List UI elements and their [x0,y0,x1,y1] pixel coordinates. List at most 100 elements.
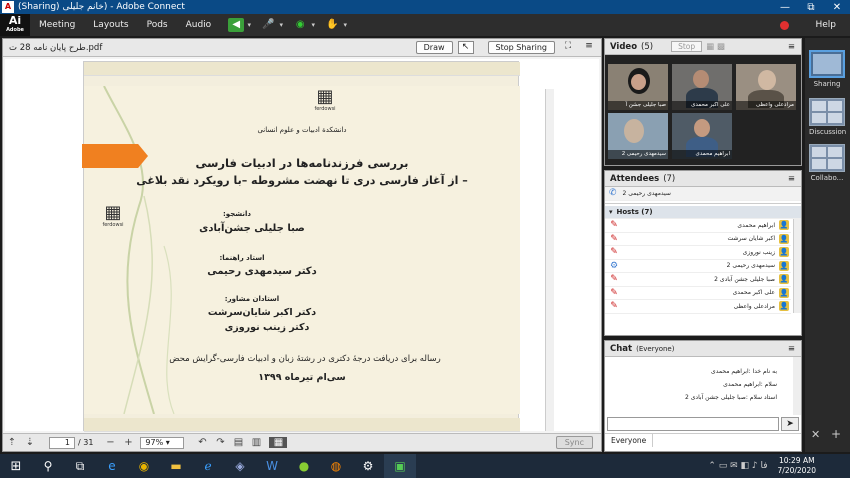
fit-page-icon[interactable]: ▥ [247,437,265,448]
pod-menu-icon[interactable]: ≡ [581,41,597,54]
video-layout-icon[interactable]: ▦ ▩ [706,42,725,52]
presenter-icon: ⚙ [609,260,619,271]
zoom-select[interactable]: 97% ▾ [140,436,185,449]
video-tile[interactable]: ابراهیم محمدی [672,113,732,159]
file-explorer-icon[interactable]: ▬ [160,454,192,478]
search-icon[interactable]: ⚲ [32,454,64,478]
edit-icon: ✎ [610,233,618,244]
host-icon: 👤 [779,247,789,258]
zoom-in-icon[interactable]: + [119,437,137,448]
host-icon: 👤 [779,287,789,298]
close-button[interactable]: ✕ [824,2,850,13]
single-page-icon[interactable]: ▤ [229,437,247,448]
consultant-2: دکتر زینب نوروزی [224,322,310,333]
page-down-icon[interactable]: ⇣ [21,437,39,448]
university-emblem-icon: ▦ ferdowsi [314,86,336,113]
document-scrollbar[interactable] [545,89,554,431]
chat-input[interactable] [607,417,779,431]
menu-audio[interactable]: Audio [177,20,221,30]
menu-layouts[interactable]: Layouts [84,20,137,30]
attendee-row[interactable]: 👤 سیدمهدی رحیمی 2 ⚙ [605,260,791,273]
thesis-date: سی‌ام تیرماه ۱۳۹۹ [258,372,346,383]
attendee-row[interactable]: 👤 علی اکبر محمدی ✎ [605,287,791,300]
send-icon[interactable]: ➤ [781,417,799,431]
clock[interactable]: 10:29 AM 7/20/2020 [778,456,816,476]
thumbnails-icon[interactable]: ▦ [269,437,288,448]
status-dropdown[interactable]: ▾ [340,21,350,29]
minimize-button[interactable]: — [772,2,798,13]
chat-tab-everyone[interactable]: Everyone [605,434,654,447]
rotate-left-icon[interactable]: ↶ [193,437,211,448]
stop-video-button[interactable]: Stop [671,41,703,52]
settings-icon[interactable]: ⚙ [352,454,384,478]
stop-sharing-button[interactable]: Stop Sharing [487,41,555,54]
add-layout-icon[interactable]: + [831,427,841,441]
microphone-dropdown[interactable]: ▾ [276,21,286,29]
windows-start-icon[interactable]: ⊞ [0,454,32,478]
edge-icon[interactable]: e [96,454,128,478]
menu-meeting[interactable]: Meeting [30,20,84,30]
video-pod-header: Video (5) Stop ▦ ▩ ≡ [605,39,801,55]
webcam-icon[interactable]: ◉ [292,18,308,32]
attendee-row[interactable]: 👤 مرادعلی واعظی ✎ [605,300,791,314]
presenter-row[interactable]: ✆ سیدمهدی رحیمی 2 [605,187,801,201]
sync-button[interactable]: Sync [555,436,593,449]
video-tile[interactable]: سیدمهدی رحیمی 2 [608,113,668,159]
zoom-out-icon[interactable]: − [101,437,119,448]
chat-message: به نام خدا :ابراهیم محمدی [711,368,777,375]
help-menu[interactable]: Help [815,20,836,30]
attendee-row[interactable]: 👤 صبا جلیلی جشن آبادی 2 ✎ [605,273,791,287]
attendees-scrollbar[interactable] [793,219,801,313]
presenter-name: سیدمهدی رحیمی 2 [622,189,671,197]
video-tile[interactable]: مرادعلی واعظی [736,64,796,110]
task-view-icon[interactable]: ⧉ [64,454,96,478]
chat-title: Chat [610,343,633,354]
tray-icons[interactable]: ⌃ ▭ ✉ ◧ ♪ ﻓﺎ [708,461,767,471]
speaker-dropdown[interactable]: ▾ [244,21,254,29]
host-icon: 👤 [779,233,789,244]
attendees-pod: Attendees (7) ≡ ✆ سیدمهدی رحیمی 2 ▾ Host… [604,170,802,336]
video-pod-menu-icon[interactable]: ≡ [788,42,795,52]
layout-collaboration[interactable]: Collabo... [809,144,845,182]
attendee-row[interactable]: 👤 زینب نوروزی ✎ [605,246,791,260]
collapse-icon[interactable]: ▾ [609,208,613,216]
firefox-icon[interactable]: ◍ [320,454,352,478]
video-tile[interactable]: صبا جلیلی جشن آ [608,64,668,110]
green-app-icon[interactable]: ● [288,454,320,478]
microphone-icon[interactable]: 🎤 [260,18,276,32]
adobe-connect-taskbar-icon[interactable]: ▣ [384,454,416,478]
maximize-button[interactable]: ⧉ [798,2,824,13]
chat-scope: (Everyone) [636,344,675,353]
attendee-row[interactable]: 👤 ابراهیم محمدی ✎ [605,219,791,233]
share-pod: طرح پایان نامه 28 ت.pdf Draw ↖ Stop Shar… [2,38,602,452]
attendees-menu-icon[interactable]: ≡ [788,174,795,184]
recording-icon[interactable] [780,20,790,30]
fullscreen-icon[interactable]: ⛶ [560,41,576,54]
internet-explorer-icon[interactable]: ℯ [192,454,224,478]
close-panel-icon[interactable]: ✕ [811,428,820,441]
chat-menu-icon[interactable]: ≡ [788,344,795,354]
page-up-icon[interactable]: ⇡ [3,437,21,448]
video-tile[interactable]: علی اکبر محمدی [672,64,732,110]
hosts-group-header[interactable]: ▾ Hosts (7) [605,205,801,219]
app-icon[interactable]: ◈ [224,454,256,478]
pointer-icon[interactable]: ↖ [457,41,474,54]
page-number-input[interactable]: 1 [49,436,75,449]
speaker-icon[interactable]: ◀ [228,18,245,32]
chrome-icon[interactable]: ◉ [128,454,160,478]
rotate-right-icon[interactable]: ↷ [211,437,229,448]
raise-hand-icon[interactable]: ✋ [324,18,340,32]
webcam-dropdown[interactable]: ▾ [308,21,318,29]
thesis-title-line2: – از آغاز فارسی دری تا نهضت مشروطه –با ر… [136,174,468,187]
document-viewer[interactable]: ▦ ferdowsi ▦ ferdowsi دانشکدة ادبیات و علو… [5,59,599,432]
menu-bar: Ai Adobe Meeting Layouts Pods Audio ◀ ▾ 🎤 ▾… [0,14,850,36]
attendee-row[interactable]: 👤 اکبر شایان سرشت ✎ [605,233,791,246]
layout-discussion[interactable]: Discussion [809,98,846,136]
draw-button[interactable]: Draw [415,41,453,54]
faculty-name: دانشکدة ادبیات و علوم انسانی [257,126,347,134]
edit-icon: ✎ [610,247,618,258]
word-icon[interactable]: W [256,454,288,478]
menu-pods[interactable]: Pods [138,20,177,30]
layout-sharing[interactable]: Sharing [809,50,845,88]
previous-page-edge [84,62,520,76]
